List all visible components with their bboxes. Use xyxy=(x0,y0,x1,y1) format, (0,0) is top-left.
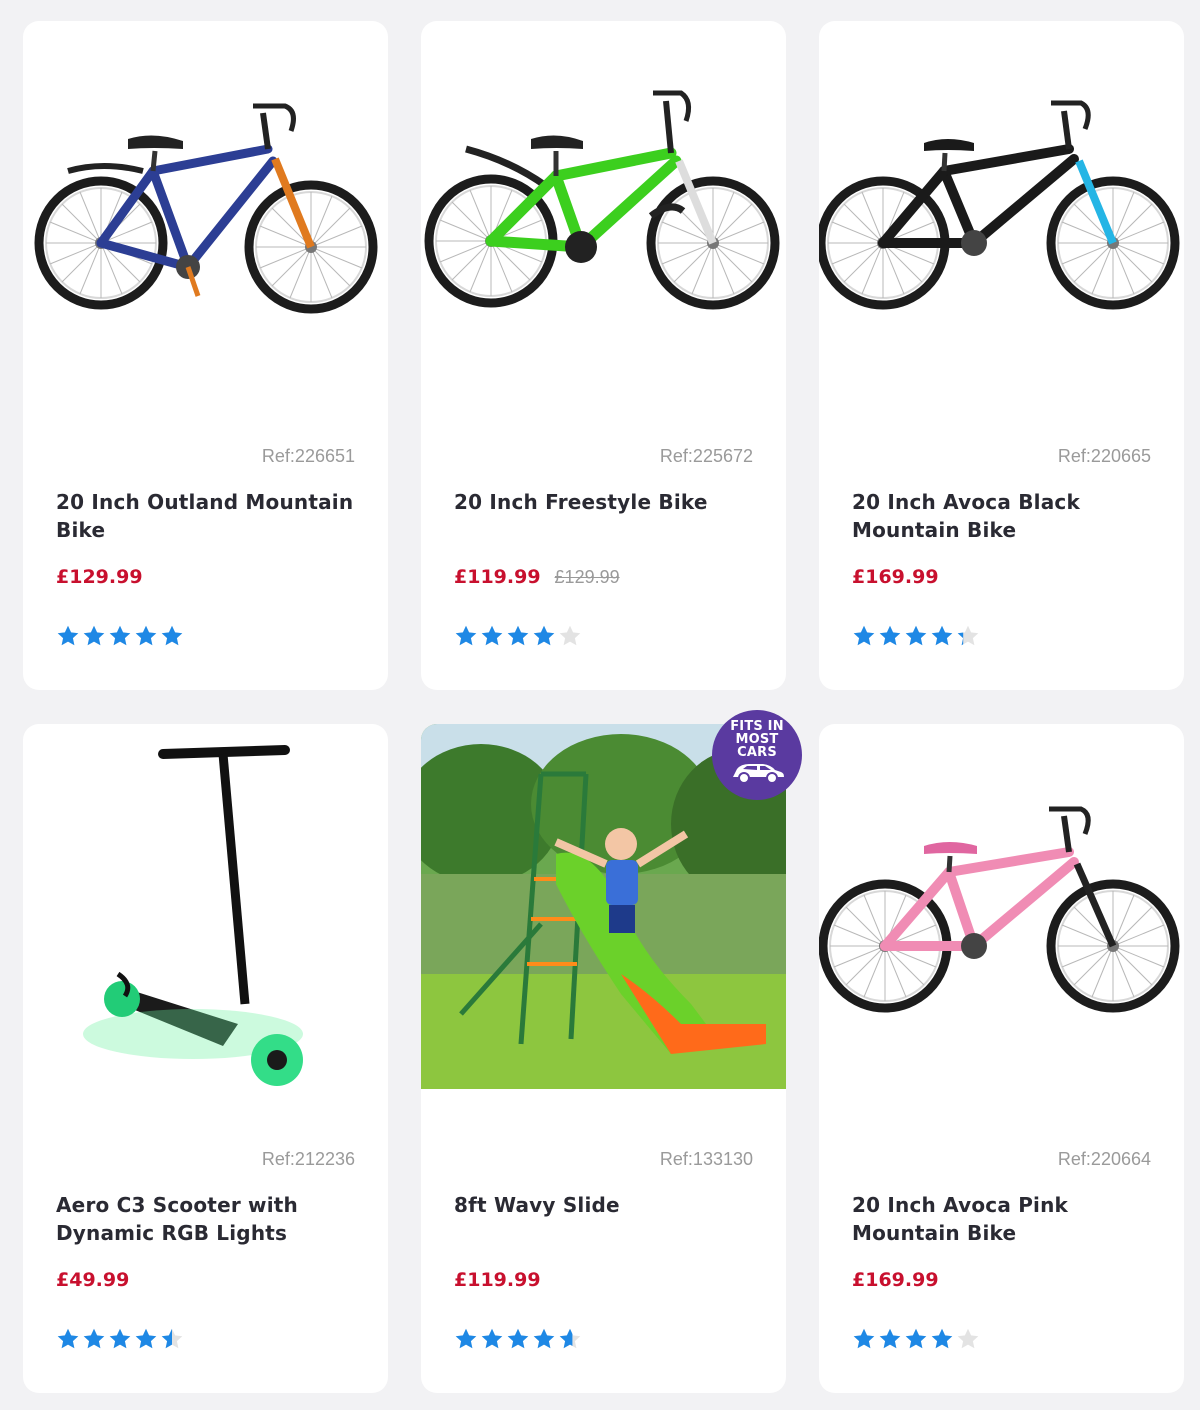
star-icon xyxy=(878,1327,904,1351)
rating-stars xyxy=(454,624,584,648)
product-grid: Ref:226651 20 Inch Outland Mountain Bike… xyxy=(23,21,1184,1393)
product-price: £119.99 xyxy=(454,566,541,588)
fits-in-cars-badge: FITS IN MOST CARS xyxy=(712,710,802,800)
star-icon xyxy=(532,624,558,648)
star-icon xyxy=(558,1327,584,1351)
star-icon xyxy=(160,624,186,648)
product-ref: Ref:226651 xyxy=(261,446,355,466)
star-icon xyxy=(904,624,930,648)
star-icon xyxy=(956,1327,982,1351)
price-row: £119.99 £129.99 xyxy=(454,566,620,588)
price-row: £169.99 xyxy=(852,1269,939,1291)
product-card[interactable]: FITS IN MOST CARS Ref:133130 8ft Wavy Sl… xyxy=(421,710,802,1393)
star-icon xyxy=(82,624,108,648)
star-icon xyxy=(852,624,878,648)
price-row: £169.99 xyxy=(852,566,939,588)
rating-stars xyxy=(56,1327,186,1351)
product-title[interactable]: 20 Inch Outland Mountain Bike xyxy=(56,488,356,544)
star-icon xyxy=(480,624,506,648)
product-price: £169.99 xyxy=(852,566,939,588)
product-price: £49.99 xyxy=(56,1269,130,1291)
product-price: £129.99 xyxy=(56,566,143,588)
star-icon xyxy=(956,624,982,648)
star-icon xyxy=(454,624,480,648)
star-icon xyxy=(56,1327,82,1351)
product-ref: Ref:220665 xyxy=(1057,446,1151,466)
rating-stars xyxy=(852,624,982,648)
product-card[interactable]: Ref:226651 20 Inch Outland Mountain Bike… xyxy=(23,21,388,690)
product-image[interactable] xyxy=(23,724,388,1124)
product-card[interactable]: Ref:220665 20 Inch Avoca Black Mountain … xyxy=(819,21,1184,690)
product-title[interactable]: 8ft Wavy Slide xyxy=(454,1191,754,1219)
star-icon xyxy=(82,1327,108,1351)
star-icon xyxy=(904,1327,930,1351)
product-ref: Ref:133130 xyxy=(659,1149,753,1169)
product-title[interactable]: 20 Inch Avoca Black Mountain Bike xyxy=(852,488,1152,544)
product-title[interactable]: 20 Inch Freestyle Bike xyxy=(454,488,754,516)
rating-stars xyxy=(56,624,186,648)
product-price: £169.99 xyxy=(852,1269,939,1291)
product-ref: Ref:225672 xyxy=(659,446,753,466)
product-image[interactable] xyxy=(819,21,1184,421)
star-icon xyxy=(852,1327,878,1351)
product-image[interactable] xyxy=(421,21,786,421)
rating-stars xyxy=(454,1327,584,1351)
star-icon xyxy=(506,624,532,648)
star-icon xyxy=(134,624,160,648)
price-row: £49.99 xyxy=(56,1269,129,1291)
product-image[interactable] xyxy=(23,21,388,421)
product-was-price: £129.99 xyxy=(554,567,620,587)
rating-stars xyxy=(852,1327,982,1351)
car-icon xyxy=(733,764,784,784)
star-icon xyxy=(108,1327,134,1351)
product-title[interactable]: Aero C3 Scooter with Dynamic RGB Lights xyxy=(56,1191,356,1247)
product-card[interactable]: Ref:212236 Aero C3 Scooter with Dynamic … xyxy=(23,724,388,1393)
star-icon xyxy=(506,1327,532,1351)
star-icon xyxy=(134,1327,160,1351)
product-ref: Ref:212236 xyxy=(261,1149,355,1169)
star-icon xyxy=(930,624,956,648)
product-card[interactable]: Ref:220664 20 Inch Avoca Pink Mountain B… xyxy=(819,724,1184,1393)
star-icon xyxy=(558,624,584,648)
star-icon xyxy=(454,1327,480,1351)
price-row: £119.99 xyxy=(454,1269,541,1291)
star-icon xyxy=(480,1327,506,1351)
badge-line-3: CARS xyxy=(737,745,777,760)
star-icon xyxy=(930,1327,956,1351)
product-image[interactable] xyxy=(819,724,1184,1124)
product-card[interactable]: Ref:225672 20 Inch Freestyle Bike £119.9… xyxy=(421,21,786,690)
star-icon xyxy=(56,624,82,648)
star-icon xyxy=(108,624,134,648)
price-row: £129.99 xyxy=(56,566,143,588)
product-price: £119.99 xyxy=(454,1269,541,1291)
star-icon xyxy=(532,1327,558,1351)
product-ref: Ref:220664 xyxy=(1057,1149,1151,1169)
product-title[interactable]: 20 Inch Avoca Pink Mountain Bike xyxy=(852,1191,1152,1247)
star-icon xyxy=(878,624,904,648)
star-icon xyxy=(160,1327,186,1351)
